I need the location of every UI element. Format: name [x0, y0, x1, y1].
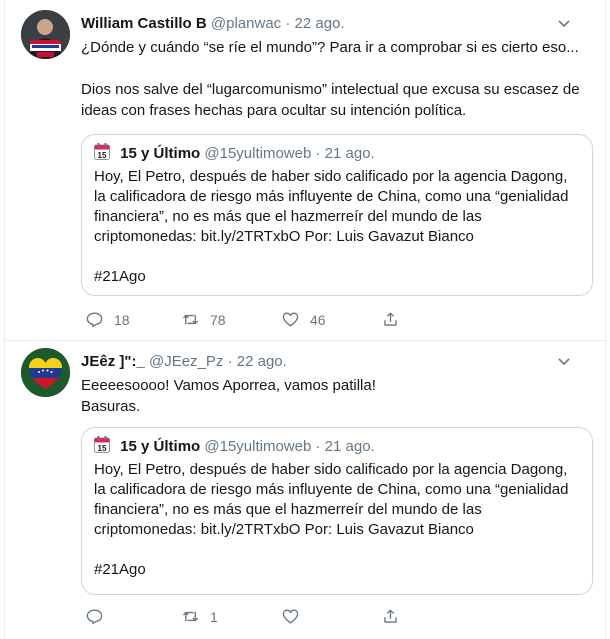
heart-icon	[282, 609, 299, 624]
timeline: William Castillo B @planwac · 22 ago. ¿D…	[4, 0, 606, 639]
tweet-paragraph: Dios nos salve del “lugarcomunismo” inte…	[81, 81, 580, 119]
quoted-tweet-header: 15 15 y Último @15yultimoweb · 21 ago.	[94, 436, 375, 457]
quoted-tweet-date[interactable]: 21 ago.	[325, 438, 375, 455]
like-button[interactable]: 46	[281, 310, 326, 329]
quoted-author-handle[interactable]: @15yultimoweb	[204, 438, 311, 455]
reply-button[interactable]	[85, 607, 114, 626]
share-icon	[384, 312, 397, 326]
tweet-paragraph: Eeeeesoooo! Vamos Aporrea, vamos patilla…	[81, 377, 376, 415]
tweet[interactable]: JEêz ]":_ @JEez_Pz · 22 ago. Eeeeesoooo!…	[5, 341, 605, 639]
tweet-text: ¿Dónde y cuándo “se ríe el mundo”? Para …	[81, 37, 589, 121]
retweet-count: 1	[210, 608, 218, 625]
author-handle[interactable]: @JEez_Pz	[149, 353, 223, 370]
like-count: 46	[310, 311, 326, 328]
avatar[interactable]	[21, 348, 70, 397]
quoted-author-handle[interactable]: @15yultimoweb	[204, 145, 311, 162]
trump-2020-avatar-icon	[21, 10, 70, 59]
quoted-hashtag[interactable]: #21Ago	[94, 267, 582, 287]
share-button[interactable]	[381, 607, 410, 626]
author-name[interactable]: William Castillo B	[81, 15, 207, 32]
quoted-author-name[interactable]: 15 y Último	[120, 145, 200, 162]
separator: ·	[227, 353, 233, 370]
venezuela-heart-avatar-icon	[21, 348, 70, 397]
retweet-count: 78	[210, 311, 226, 328]
retweet-button[interactable]: 1	[181, 607, 218, 626]
separator: ·	[315, 145, 321, 162]
svg-text:15: 15	[98, 444, 107, 453]
tweet-actions: 1	[81, 607, 481, 629]
separator: ·	[285, 15, 291, 32]
avatar[interactable]	[21, 10, 70, 59]
author-handle[interactable]: @planwac	[211, 15, 281, 32]
retweet-button[interactable]: 78	[181, 310, 226, 329]
like-button[interactable]	[281, 607, 310, 626]
quoted-tweet-date[interactable]: 21 ago.	[325, 145, 375, 162]
share-icon	[384, 609, 397, 623]
quoted-tweet[interactable]: 15 15 y Último @15yultimoweb · 21 ago. H…	[81, 427, 593, 595]
quoted-paragraph: Hoy, El Petro, después de haber sido cal…	[94, 461, 569, 538]
tweet-text: Eeeeesoooo! Vamos Aporrea, vamos patilla…	[81, 375, 589, 417]
tweet-date[interactable]: 22 ago.	[237, 353, 287, 370]
separator: ·	[315, 438, 321, 455]
quoted-author-name[interactable]: 15 y Último	[120, 438, 200, 455]
quoted-tweet[interactable]: 15 15 y Último @15yultimoweb · 21 ago. H…	[81, 134, 593, 296]
tweet-actions: 18 78 46	[81, 310, 481, 332]
tweet-header: William Castillo B @planwac · 22 ago.	[81, 14, 589, 34]
tweet-paragraph: ¿Dónde y cuándo “se ríe el mundo”? Para …	[81, 39, 579, 56]
svg-text:15: 15	[98, 151, 107, 160]
retweet-icon	[182, 314, 199, 325]
quoted-paragraph: Hoy, El Petro, después de haber sido cal…	[94, 168, 569, 245]
chevron-down-icon[interactable]	[557, 354, 571, 368]
tweet-date[interactable]: 22 ago.	[295, 15, 345, 32]
chevron-down-icon[interactable]	[557, 16, 571, 30]
quoted-tweet-text: Hoy, El Petro, después de haber sido cal…	[94, 460, 582, 580]
reply-icon	[86, 609, 103, 625]
tweet-header: JEêz ]":_ @JEez_Pz · 22 ago.	[81, 352, 589, 372]
reply-button[interactable]: 18	[85, 310, 130, 329]
heart-icon	[282, 312, 299, 327]
quoted-tweet-text: Hoy, El Petro, después de haber sido cal…	[94, 167, 582, 287]
retweet-icon	[182, 611, 199, 622]
quoted-tweet-header: 15 15 y Último @15yultimoweb · 21 ago.	[94, 143, 375, 164]
reply-count: 18	[114, 311, 130, 328]
calendar-15-icon: 15	[94, 143, 110, 160]
share-button[interactable]	[381, 310, 410, 329]
tweet[interactable]: William Castillo B @planwac · 22 ago. ¿D…	[5, 0, 605, 341]
reply-icon	[86, 312, 103, 328]
quoted-hashtag[interactable]: #21Ago	[94, 560, 582, 580]
author-name[interactable]: JEêz ]":_	[81, 353, 145, 370]
calendar-15-icon: 15	[94, 436, 110, 453]
